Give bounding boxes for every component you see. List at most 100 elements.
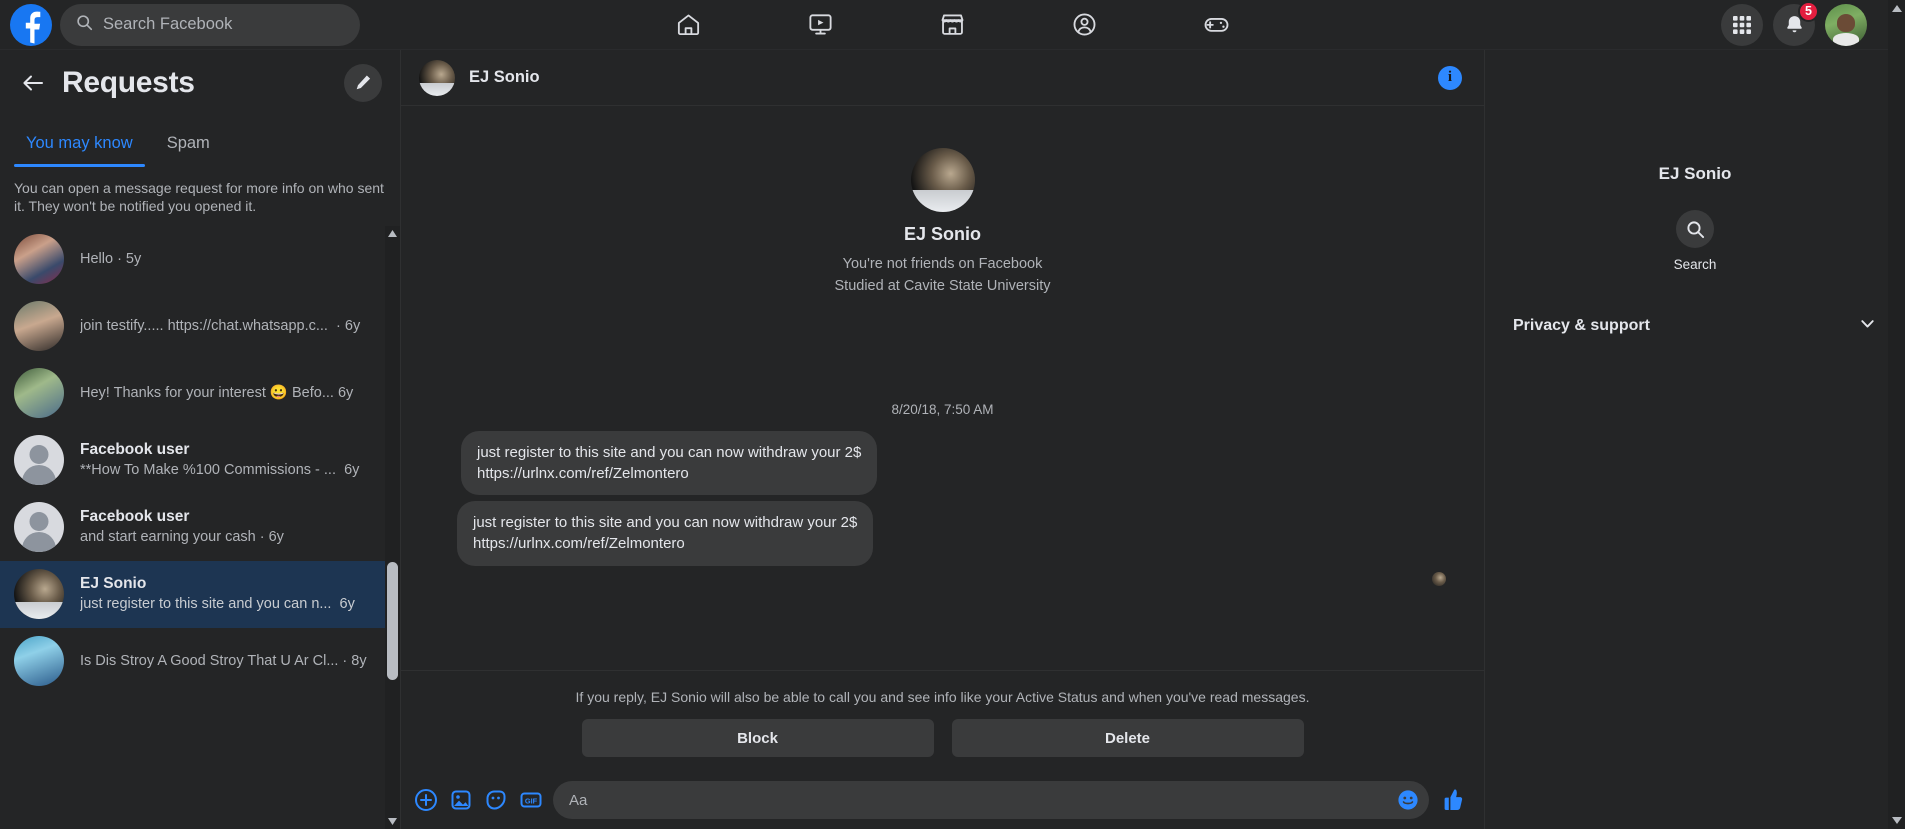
list-item-preview: **How To Make %100 Commissions - ... 6y [80,462,360,479]
list-item[interactable]: Facebook user **How To Make %100 Commiss… [0,427,386,494]
avatar [14,435,64,486]
message-thread: EJ Sonio You're not friends on Facebook … [401,106,1484,670]
search-box[interactable]: Search Facebook [60,3,360,46]
message-avatar [419,536,447,564]
list-item-text: Facebook user and start earning your cas… [80,507,376,547]
conversation-list: Hello · 5y join testify..... https://cha… [0,225,400,829]
message-bubble[interactable]: just register to this site and you can n… [461,430,878,496]
search-input[interactable]: Search Facebook [103,15,232,34]
requests-header: Requests [0,50,400,108]
message-bubble[interactable]: just register to this site and you can n… [457,501,874,566]
delete-button[interactable]: Delete [951,719,1304,757]
messenger-app: Search Facebook 5 Requests You may know … [0,0,1905,829]
reply-note: If you reply, EJ Sonio will also be able… [575,689,1310,705]
page-scrollbar[interactable] [1888,0,1905,829]
chat-panel: EJ Sonio i EJ Sonio You're not friends o… [401,50,1484,829]
marketplace-icon[interactable] [930,2,976,48]
sticker-icon[interactable] [483,787,509,813]
list-item-text: Is Dis Stroy A Good Stroy That U Ar Cl..… [80,652,376,672]
search-icon [76,14,93,36]
main-body: Requests You may know Spam You can open … [0,50,1905,829]
search-conversation-button[interactable]: Search [1673,210,1717,272]
page-scroll-down-icon[interactable] [1888,812,1905,829]
list-item[interactable]: Hey! Thanks for your interest 😀 Befo... … [0,360,386,427]
notification-badge: 5 [1798,0,1819,22]
gif-icon[interactable]: GIF [518,787,544,813]
info-icon[interactable]: i [1438,65,1462,90]
avatar [14,234,64,285]
chat-header-name: EJ Sonio [469,68,540,86]
search-label: Search [1673,257,1717,272]
message-input-wrapper[interactable]: Aa [553,781,1429,819]
message-input[interactable]: Aa [569,792,587,809]
requests-panel: Requests You may know Spam You can open … [0,50,400,829]
list-item-text: Hey! Thanks for your interest 😀 Befo... … [80,384,376,404]
list-item[interactable]: Hello · 5y [0,226,386,293]
list-item-preview: Is Dis Stroy A Good Stroy That U Ar Cl..… [80,652,367,669]
intro-line-2: Studied at Cavite State University [834,277,1051,294]
list-item-name: Facebook user [80,508,190,526]
message-timestamp: 8/20/18, 7:50 AM [891,401,994,417]
contact-details-panel: EJ Sonio Search Privacy & support [1485,50,1905,829]
intro-avatar[interactable] [910,148,975,212]
plus-icon[interactable] [413,787,439,813]
requests-note: You can open a message request for more … [14,180,384,215]
list-item[interactable]: join testify..... https://chat.whatsapp.… [0,293,386,360]
list-item-name: EJ Sonio [80,575,147,593]
scroll-up-icon[interactable] [385,226,400,242]
chat-header-avatar[interactable] [419,59,455,96]
message-row: just register to this site and you can n… [419,430,1466,496]
contact-avatar[interactable] [1658,76,1732,150]
facebook-logo[interactable] [10,3,52,46]
list-item-preview: just register to this site and you can n… [80,596,355,613]
action-buttons: Block Delete [419,719,1466,757]
list-scrollbar[interactable] [385,225,400,829]
list-item-text: join testify..... https://chat.whatsapp.… [80,317,376,337]
message-row: just register to this site and you can n… [419,501,1466,566]
notifications-button[interactable]: 5 [1773,0,1819,46]
privacy-support-label: Privacy & support [1513,317,1650,334]
list-item-text: Hello · 5y [80,250,376,270]
groups-icon[interactable] [1062,2,1108,48]
thumbs-up-icon[interactable] [1438,786,1466,814]
search-icon [1676,210,1714,248]
scrollbar-thumb[interactable] [387,561,398,680]
list-item-text: EJ Sonio just register to this site and … [80,574,376,614]
list-item-preview: and start earning your cash · 6y [80,529,284,546]
home-icon[interactable] [666,2,712,48]
list-item-name: Facebook user [80,441,190,459]
intro-line-1: You're not friends on Facebook [842,256,1043,272]
seen-indicator [419,571,1466,586]
privacy-support-section[interactable]: Privacy & support [1507,304,1883,348]
tab-you-may-know[interactable]: You may know [14,126,145,167]
chevron-down-icon [1858,314,1877,338]
image-icon[interactable] [448,787,474,813]
list-item-preview: Hey! Thanks for your interest 😀 Befo... … [80,384,354,401]
conversation-intro: EJ Sonio You're not friends on Facebook … [419,106,1466,298]
grid-menu-icon[interactable] [1721,3,1763,46]
tab-spam[interactable]: Spam [155,126,222,167]
pencil-icon[interactable] [344,64,382,102]
topbar-left: Search Facebook [0,3,360,46]
contact-name: EJ Sonio [1658,164,1732,183]
list-item[interactable]: Is Dis Stroy A Good Stroy That U Ar Cl..… [0,628,386,695]
avatar [14,301,64,352]
list-item[interactable]: Facebook user and start earning your cas… [0,494,386,561]
page-scroll-up-icon[interactable] [1888,0,1905,17]
gaming-icon[interactable] [1194,2,1240,48]
avatar [14,636,64,687]
video-icon[interactable] [798,2,844,48]
reply-action-bar: If you reply, EJ Sonio will also be able… [401,670,1484,771]
avatar [14,502,64,553]
list-item-ej-sonio[interactable]: EJ Sonio just register to this site and … [0,560,386,628]
scrollbar-track[interactable] [385,242,400,813]
svg-text:GIF: GIF [525,796,538,805]
block-button[interactable]: Block [581,719,934,757]
profile-avatar[interactable] [1825,3,1867,46]
top-navigation-bar: Search Facebook 5 [0,0,1905,50]
page-scrollbar-track[interactable] [1889,17,1904,812]
back-arrow-icon[interactable] [18,68,48,98]
emoji-icon[interactable] [1397,789,1419,811]
requests-tabs: You may know Spam [0,108,400,167]
scroll-down-icon[interactable] [385,813,400,829]
